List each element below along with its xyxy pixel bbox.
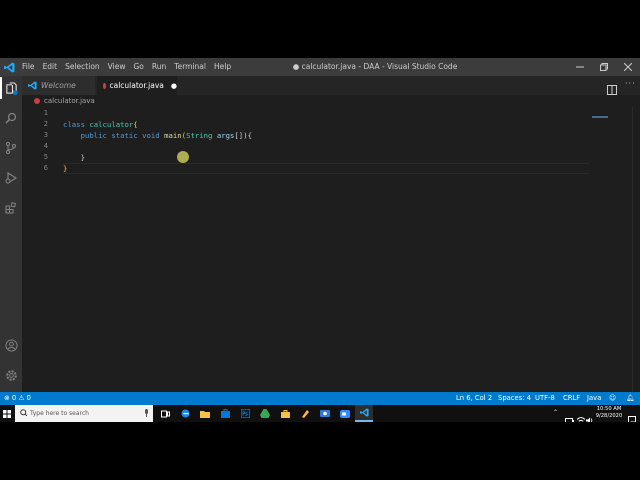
menu-run[interactable]: Run xyxy=(148,58,170,76)
code-line-3[interactable]: public static void main(String args[]){ xyxy=(63,131,252,140)
code-line-5[interactable]: } xyxy=(63,153,85,162)
breadcrumb[interactable]: calculator.java xyxy=(22,95,640,107)
keyword-void: void xyxy=(142,131,165,140)
open-brace: { xyxy=(133,120,138,129)
feedback-icon[interactable]: ☺ xyxy=(609,392,616,405)
keyword-public: public xyxy=(80,131,112,140)
tab-calculator-label: calculator.java xyxy=(109,81,164,90)
gear-icon[interactable] xyxy=(0,364,22,386)
code-line-2[interactable]: class calculator{ xyxy=(63,120,138,129)
encoding[interactable]: UTF-8 xyxy=(535,392,555,405)
task-view-icon[interactable] xyxy=(156,405,174,422)
java-file-icon xyxy=(34,98,40,104)
window-title: ● calculator.java - DAA - Visual Studio … xyxy=(292,62,458,71)
line-ending[interactable]: CRLF xyxy=(563,392,580,405)
windows-start-icon[interactable] xyxy=(0,405,14,422)
keyword-class: class xyxy=(63,120,90,129)
microphone-icon[interactable] xyxy=(144,408,149,419)
menu-selection[interactable]: Selection xyxy=(61,58,104,76)
class-name: calculator xyxy=(89,120,134,129)
tab-calculator-java[interactable]: calculator.java ● xyxy=(97,76,177,95)
method-name: main xyxy=(164,131,182,140)
line-number: 3 xyxy=(43,131,48,139)
store-icon[interactable] xyxy=(216,405,234,422)
clock-time: 10:50 AM xyxy=(596,406,622,412)
param-name: args xyxy=(216,131,235,140)
warning-icon: ⚠ xyxy=(18,394,25,402)
line-number: 1 xyxy=(43,109,48,117)
current-line-highlight xyxy=(63,163,589,174)
title-bar: File Edit Selection View Go Run Terminal… xyxy=(0,58,640,76)
activity-bar xyxy=(0,76,22,392)
menu-edit[interactable]: Edit xyxy=(39,58,62,76)
tab-bar: Welcome calculator.java ● ··· xyxy=(22,76,640,95)
breadcrumb-file[interactable]: calculator.java xyxy=(44,97,95,105)
menu-view[interactable]: View xyxy=(104,58,130,76)
vscode-taskbar-icon[interactable] xyxy=(355,405,373,422)
zoom-icon[interactable] xyxy=(336,405,354,422)
people-icon[interactable] xyxy=(316,405,334,422)
menu-file[interactable]: File xyxy=(18,58,39,76)
unsaved-dot-icon[interactable]: ● xyxy=(171,82,177,90)
line-number: 5 xyxy=(43,153,48,161)
menu-help[interactable]: Help xyxy=(210,58,235,76)
line-number: 2 xyxy=(43,120,48,128)
battery-icon[interactable] xyxy=(565,409,574,422)
tab-welcome-label: Welcome xyxy=(41,81,76,90)
system-clock[interactable]: 10:50 AM 9/28/2020 xyxy=(592,406,626,420)
source-control-icon[interactable] xyxy=(0,137,22,159)
code-line-6[interactable]: } xyxy=(63,164,67,173)
file-explorer-icon[interactable] xyxy=(196,405,214,422)
clock-date: 9/28/2020 xyxy=(595,413,623,419)
accounts-icon[interactable] xyxy=(0,334,22,356)
drive-icon[interactable] xyxy=(256,405,274,422)
photoshop-icon[interactable]: Ps xyxy=(236,405,254,422)
param-rest: []){ xyxy=(234,131,252,140)
line-number: 4 xyxy=(43,142,48,150)
cursor-position[interactable]: Ln 6, Col 2 xyxy=(456,392,492,405)
vscode-logo-icon xyxy=(28,81,37,90)
more-actions-icon[interactable]: ··· xyxy=(625,79,636,88)
indentation[interactable]: Spaces: 4 xyxy=(498,392,531,405)
problems-indicator[interactable]: ⊗ 0 ⚠ 0 xyxy=(4,392,31,405)
line-number: 6 xyxy=(43,164,48,172)
tray-chevron-up-icon[interactable]: ⌃ xyxy=(553,409,558,416)
error-count: 0 xyxy=(11,394,17,402)
restore-icon[interactable] xyxy=(592,58,616,76)
paint-icon[interactable] xyxy=(296,405,314,422)
vscode-window: File Edit Selection View Go Run Terminal… xyxy=(0,58,640,422)
mouse-cursor-highlight xyxy=(177,151,189,163)
language-mode[interactable]: Java xyxy=(587,392,601,405)
run-debug-icon[interactable] xyxy=(0,167,22,189)
warning-count: 0 xyxy=(26,394,31,402)
taskbar-search-input[interactable]: Type here to search xyxy=(15,405,153,422)
minimize-icon[interactable] xyxy=(568,58,592,76)
wifi-icon[interactable] xyxy=(576,409,586,422)
error-icon: ⊗ xyxy=(4,394,10,402)
search-icon xyxy=(20,409,28,418)
param-type: String xyxy=(186,131,217,140)
search-icon[interactable] xyxy=(0,107,22,129)
extensions-icon[interactable] xyxy=(0,197,22,219)
close-icon[interactable] xyxy=(616,58,640,76)
taskbar: Type here to search Ps ⌃ 10:50 AM 9/28/2… xyxy=(0,405,640,422)
svg-text:Ps: Ps xyxy=(242,412,248,418)
tab-welcome[interactable]: Welcome xyxy=(22,76,96,95)
minimap[interactable] xyxy=(592,116,608,118)
explorer-icon[interactable] xyxy=(0,77,22,99)
status-bar: ⊗ 0 ⚠ 0 Ln 6, Col 2 Spaces: 4 UTF-8 CRLF… xyxy=(0,392,640,405)
edge-icon[interactable] xyxy=(176,405,194,422)
notification-icon[interactable] xyxy=(628,409,636,422)
java-file-icon xyxy=(103,82,106,89)
briefcase-icon[interactable] xyxy=(276,405,294,422)
code-editor[interactable]: 1 2 3 4 5 6 class calculator{ public sta… xyxy=(22,107,640,392)
keyword-static: static xyxy=(111,131,143,140)
editor-scrollbar[interactable] xyxy=(632,107,640,392)
bell-icon[interactable]: 🔔︎ xyxy=(626,392,635,405)
menu-terminal[interactable]: Terminal xyxy=(170,58,210,76)
menu-go[interactable]: Go xyxy=(129,58,147,76)
vscode-logo-icon[interactable] xyxy=(0,58,18,76)
search-placeholder: Type here to search xyxy=(30,410,89,417)
